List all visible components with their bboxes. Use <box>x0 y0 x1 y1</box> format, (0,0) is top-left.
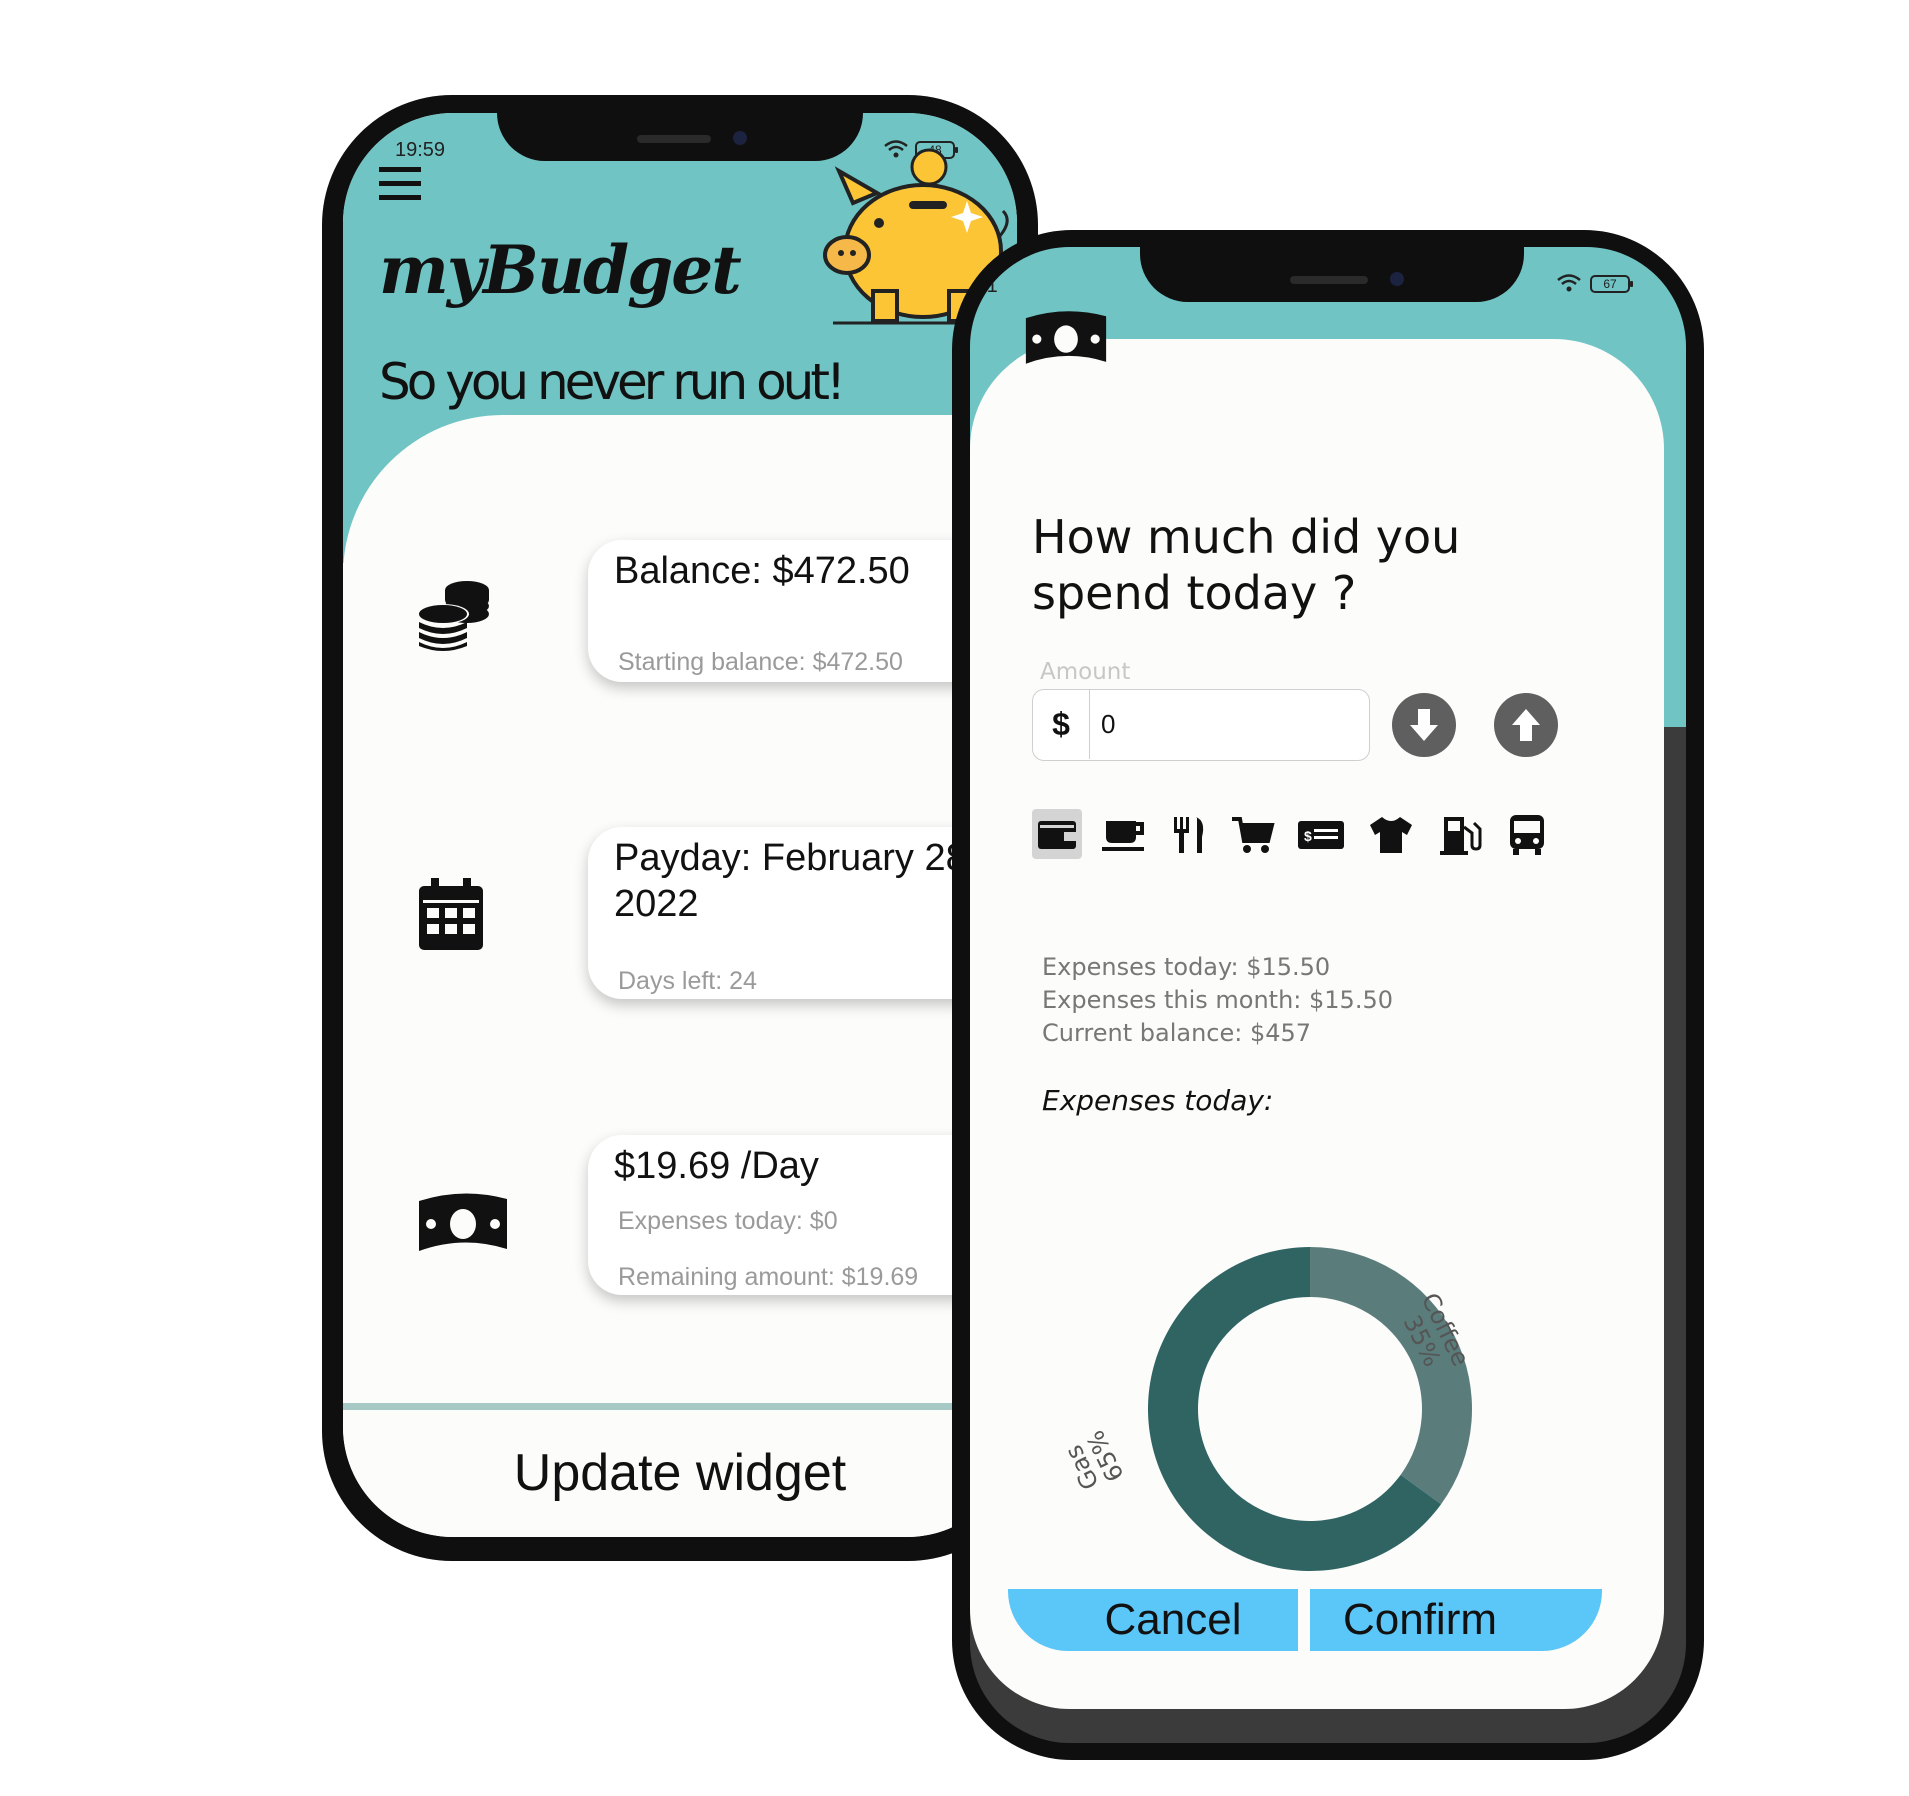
button-separator <box>1298 1589 1310 1651</box>
remaining-amount-text: Remaining amount: $19.69 <box>618 1263 919 1291</box>
expense-sheet: How much did you spend today ? Amount $ … <box>970 311 1664 1709</box>
amount-value[interactable]: 0 <box>1101 690 1115 759</box>
divider <box>343 1403 1017 1410</box>
donut-slice-coffee <box>1310 1247 1472 1505</box>
category-transport[interactable] <box>1502 809 1552 859</box>
days-left-text: Days left: 24 <box>618 967 757 995</box>
category-clothing[interactable] <box>1366 809 1416 859</box>
starting-balance-text: Starting balance: $472.50 <box>618 648 903 676</box>
current-balance-stat: Current balance: $457 <box>1042 1019 1312 1047</box>
cancel-button[interactable]: Cancel <box>1048 1589 1298 1651</box>
balance-card[interactable]: Balance: $472.50 Starting balance: $472.… <box>588 540 992 682</box>
payday-text: Payday: February 28, 2022 <box>614 837 978 925</box>
category-bills[interactable]: $ <box>1296 809 1346 859</box>
hamburger-menu-icon[interactable] <box>379 165 421 203</box>
expense-screen: :01 67 How much did you spend today ? Am… <box>970 247 1686 1743</box>
wallet-icon <box>1038 821 1076 849</box>
restaurant-icon <box>1174 817 1204 853</box>
phone-left: 19:59 48 myBudget So y <box>322 95 1038 1561</box>
cart-icon <box>1232 817 1275 853</box>
arrow-up-icon <box>1512 709 1540 741</box>
camera <box>1390 272 1404 286</box>
update-widget-button[interactable]: Update widget <box>343 1443 1017 1503</box>
decrease-button[interactable] <box>1392 693 1456 757</box>
category-gas[interactable] <box>1436 809 1486 859</box>
category-wallet[interactable] <box>1032 809 1082 859</box>
coffee-icon <box>1102 821 1144 851</box>
category-restaurant[interactable] <box>1164 809 1214 859</box>
app-title: myBudget <box>379 231 742 309</box>
banknote-icon <box>1024 309 1108 371</box>
coins-icon <box>415 578 491 654</box>
increase-button[interactable] <box>1494 693 1558 757</box>
phone-right: :01 67 How much did you spend today ? Am… <box>952 230 1704 1760</box>
bus-icon <box>1510 815 1544 855</box>
amount-field[interactable]: $ 0 <box>1032 689 1370 761</box>
confirm-button[interactable]: Confirm <box>1310 1589 1530 1651</box>
amount-label: Amount <box>1040 659 1131 685</box>
status-time: :01 <box>970 275 998 297</box>
category-groceries[interactable] <box>1228 809 1278 859</box>
balance-text: Balance: $472.50 <box>614 550 910 592</box>
expenses-donut-chart <box>1148 1247 1472 1571</box>
wifi-icon <box>1556 273 1582 293</box>
action-bar: Cancel Confirm <box>1008 1589 1602 1651</box>
speaker <box>637 135 711 143</box>
calendar-icon <box>419 878 483 950</box>
battery-icon: 67 <box>1590 275 1633 293</box>
notch <box>497 109 863 161</box>
gas-station-icon <box>1440 817 1482 855</box>
banknote-icon <box>417 1191 509 1259</box>
shirt-icon <box>1370 817 1412 853</box>
currency-prefix: $ <box>1033 690 1090 759</box>
camera <box>733 131 747 145</box>
notch <box>1140 242 1524 302</box>
expenses-today-text: Expenses today: $0 <box>618 1207 838 1235</box>
home-screen: 19:59 48 myBudget So y <box>343 113 1017 1537</box>
app-tagline: So you never run out! <box>379 353 846 411</box>
expenses-month-stat: Expenses this month: $15.50 <box>1042 986 1393 1014</box>
speaker <box>1290 276 1368 284</box>
payday-card[interactable]: Payday: February 28, 2022 Days left: 24 <box>588 827 992 999</box>
gas-label: Gas 65% <box>1059 1426 1129 1497</box>
daily-allowance-card[interactable]: $19.69 /Day Expenses today: $0 Remaining… <box>588 1135 992 1295</box>
question-heading: How much did you spend today ? <box>1032 510 1461 620</box>
svg-text:$: $ <box>1304 828 1312 844</box>
arrow-down-icon <box>1410 709 1438 741</box>
expenses-today-stat: Expenses today: $15.50 <box>1042 953 1331 981</box>
category-coffee[interactable] <box>1098 809 1148 859</box>
bill-icon: $ <box>1298 821 1344 849</box>
daily-allowance-text: $19.69 /Day <box>614 1145 819 1187</box>
chart-heading: Expenses today: <box>1042 1084 1274 1117</box>
status-time: 19:59 <box>395 139 446 161</box>
